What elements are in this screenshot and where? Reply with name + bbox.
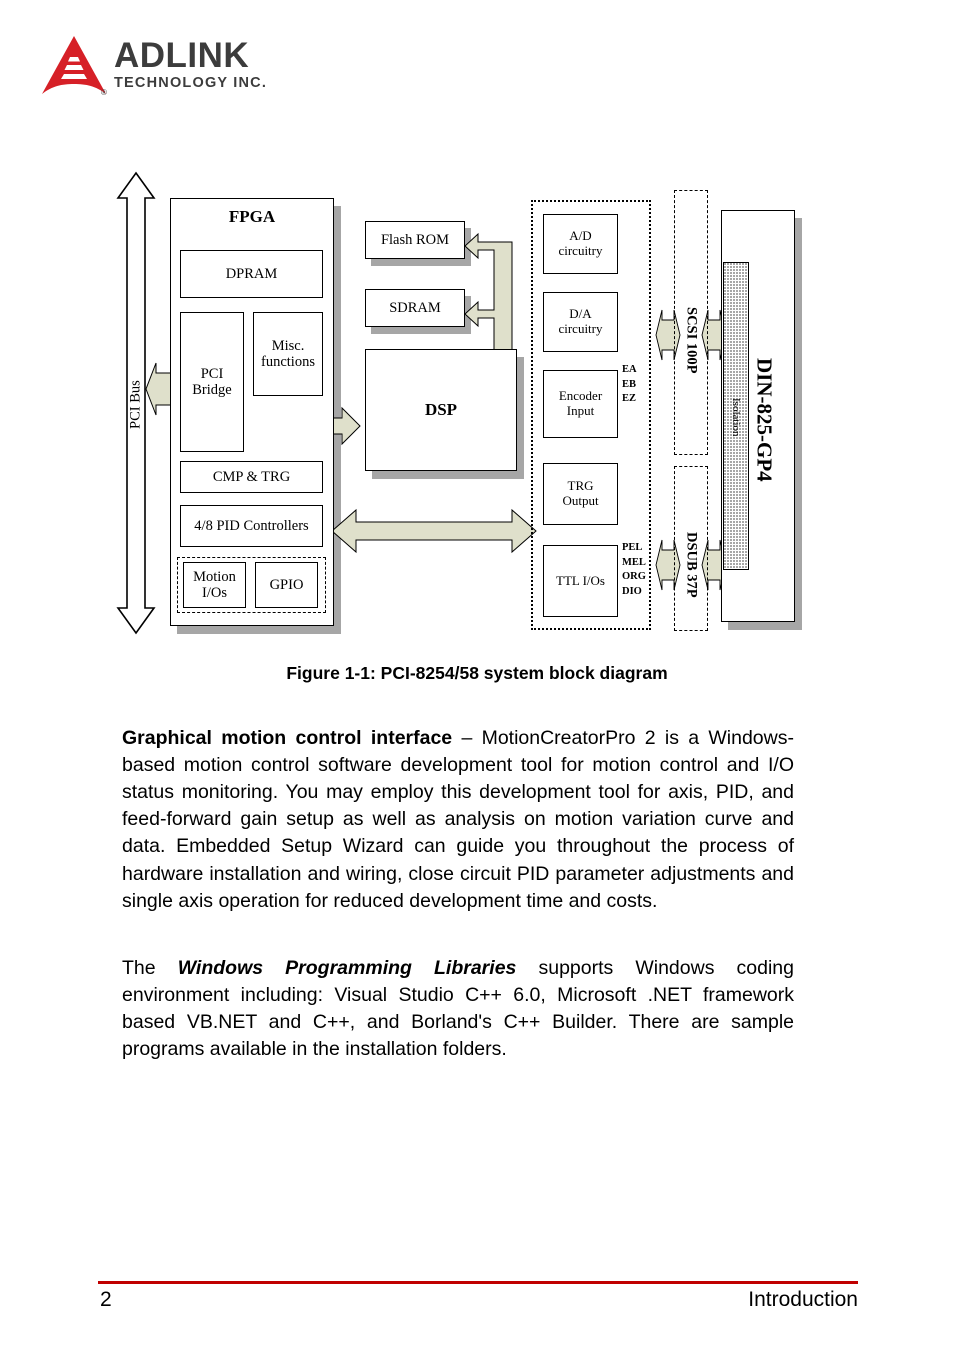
io-block-da-circuitry: D/A circuitry [543,292,618,352]
footer-section-title: Introduction [748,1288,858,1311]
dsp-memory-bus-arrow [464,226,524,355]
io-block-trg-output: TRG Output [543,463,618,525]
encoder-signal-labels: EA EB EZ [622,364,637,404]
fpga-io-group [177,557,326,613]
fpga-block-pid-controllers: 4/8 PID Controllers [180,505,323,547]
fpga-block-pci-bridge-label: PCI Bridge [192,365,232,398]
fpga-block-misc-functions: Misc. functions [253,312,323,396]
processor-block-dsp-label: DSP [424,400,458,420]
memory-block-sdram-label: SDRAM [389,299,441,316]
io-block-ad-circuitry-label: A/D circuitry [558,228,603,258]
io-block-encoder-input: Encoder Input [543,370,618,438]
fpga-block-pid-controllers-label: 4/8 PID Controllers [194,517,309,534]
figure-caption: Figure 1-1: PCI-8254/58 system block dia… [286,663,668,683]
fpga-block-pci-bridge: PCI Bridge [180,312,244,452]
memory-block-flash-rom-label: Flash ROM [380,231,450,248]
io-block-encoder-input-label: Encoder Input [558,388,603,418]
io-block-ttl-ios: TTL I/Os [543,545,618,617]
paragraph-1-text: – MotionCreatorPro 2 is a Windows-based … [122,726,794,912]
paragraph-programming-libraries: The Windows Programming Libraries suppor… [122,955,794,1064]
processor-block-dsp: DSP [365,349,517,471]
io-block-ttl-ios-label: TTL I/Os [556,572,605,588]
paragraph-2-prefix: The [122,956,178,979]
ttl-signal-labels: PEL MEL ORG DIO [622,542,646,597]
pci-bus-label: PCI Bus [127,380,144,430]
paragraph-1-lead: Graphical motion control interface [122,726,453,749]
fpga-block-cmp-trg: CMP & TRG [180,461,323,493]
io-block-da-circuitry-label: D/A circuitry [558,306,603,336]
paragraph-2-emphasis: Windows Programming Libraries [177,956,517,979]
terminal-board-label: DIN-825-GP4 [752,358,777,482]
footer-divider [98,1281,858,1284]
fpga-block-cmp-trg-label: CMP & TRG [212,468,291,485]
fpga-block-dpram: DPRAM [180,250,323,298]
fpga-title: FPGA [228,207,276,226]
fpga-io-bus-arrow [330,508,538,554]
paragraph-graphical-interface: Graphical motion control interface – Mot… [122,725,794,915]
fpga-block-misc-functions-label: Misc. functions [261,337,315,370]
connector-scsi-100p-label: SCSI 100P [683,306,700,374]
memory-block-flash-rom: Flash ROM [365,221,465,259]
connector-dsub-37p-label: DSUB 37P [683,532,700,598]
memory-block-sdram: SDRAM [365,289,465,327]
io-block-ad-circuitry: A/D circuitry [543,214,618,274]
page-number: 2 [100,1288,112,1311]
isolation-label: Isolation [730,397,742,437]
io-block-trg-output-label: TRG Output [562,478,599,508]
fpga-block-dpram-label: DPRAM [225,265,278,282]
